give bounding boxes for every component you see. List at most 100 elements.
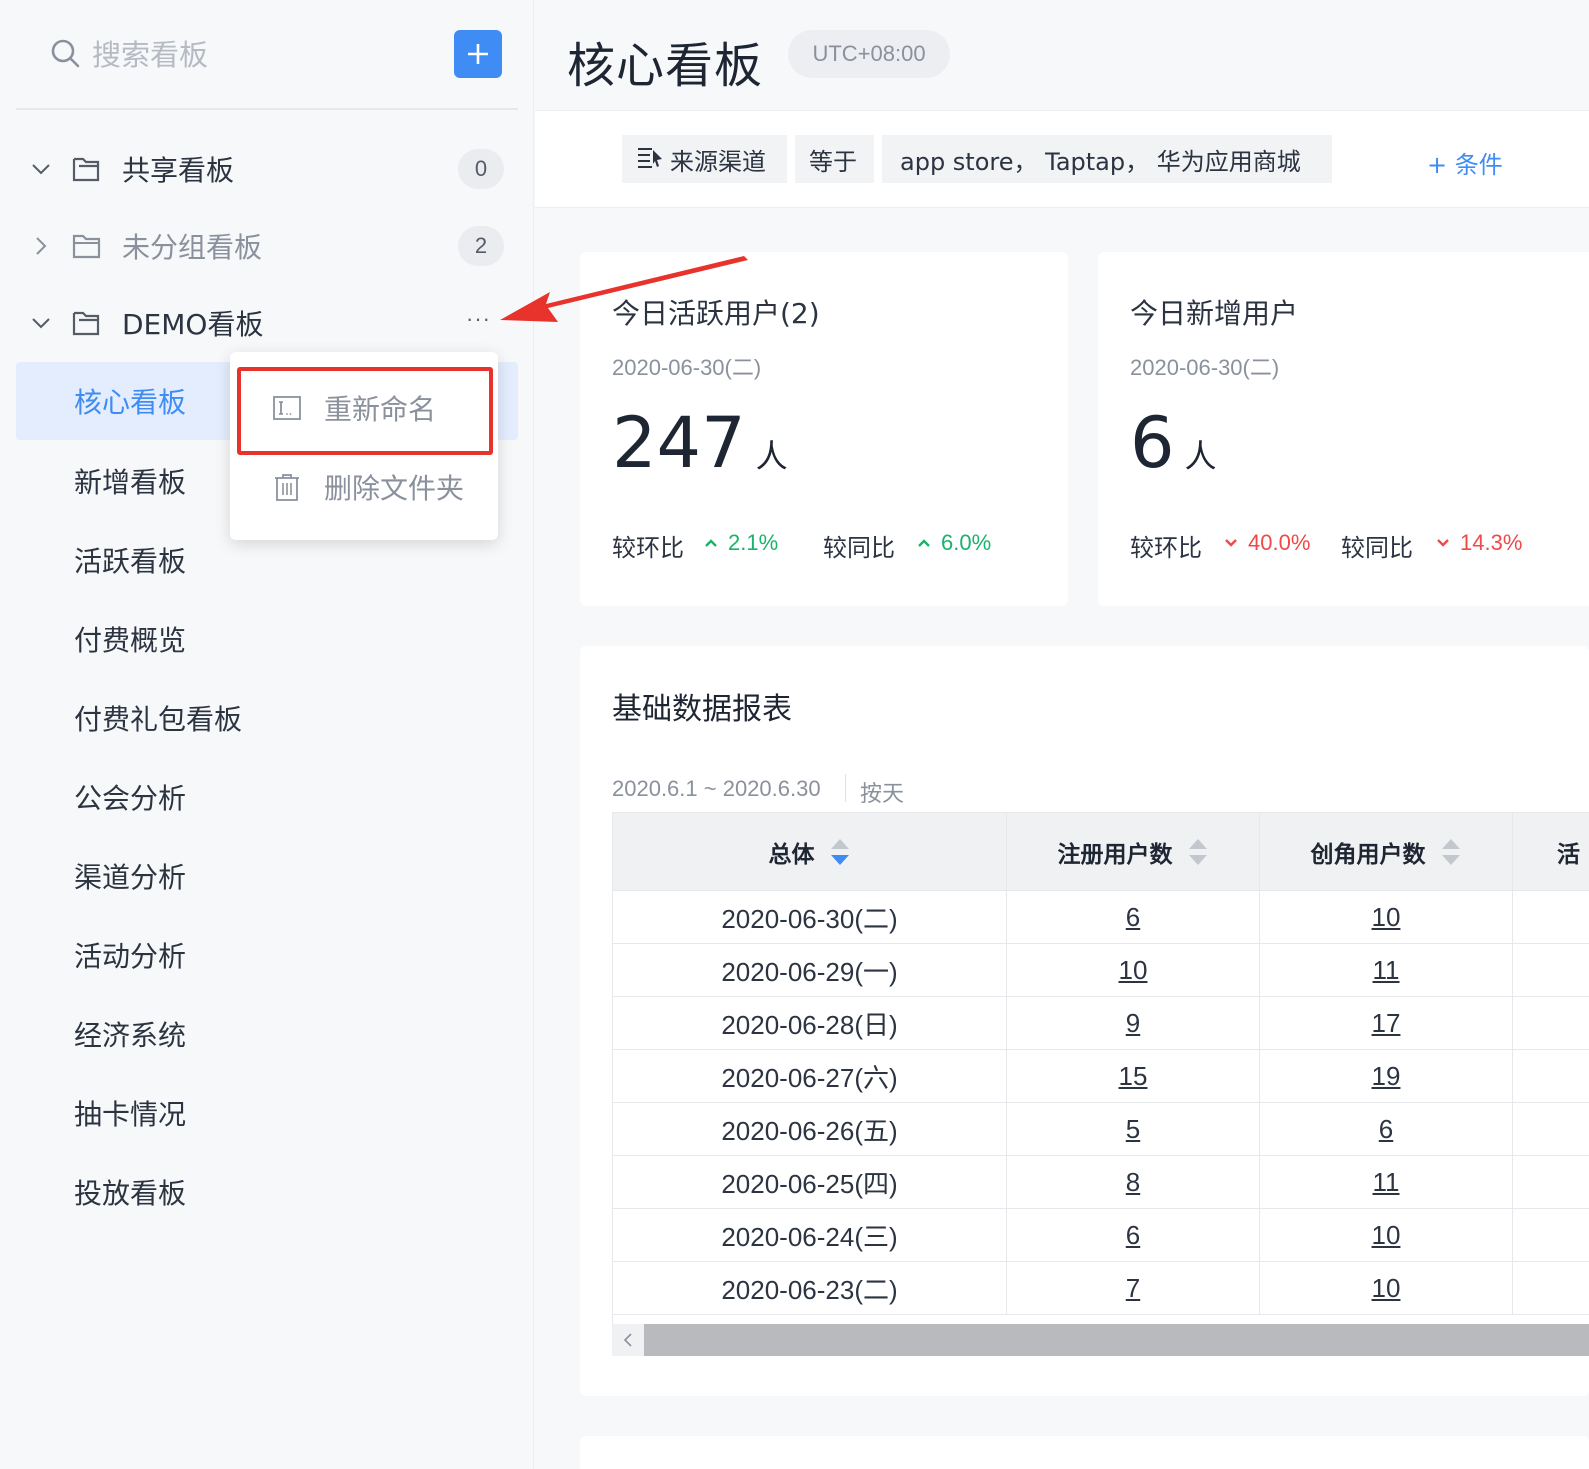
board-item[interactable]: 公会分析 [16,758,518,836]
granularity-selector[interactable]: 按天 [860,776,904,808]
yoy-label: 较同比 [1341,534,1413,562]
table-cell: 10 [1260,1262,1513,1315]
column-header[interactable]: 活 [1513,813,1589,891]
yoy-change: 14.3% [1436,530,1522,556]
table-cell: 11 [1260,1156,1513,1209]
yoy-label: 较同比 [823,534,895,562]
table-cell: 10 [1007,944,1260,997]
board-item[interactable]: 投放看板 [16,1153,518,1231]
timezone-badge[interactable]: UTC+08:00 [788,30,950,78]
board-item[interactable]: 活动分析 [16,916,518,994]
add-condition-button[interactable]: + 条件 [1427,145,1503,180]
cell-link[interactable]: 6 [1126,1220,1140,1251]
folder-icon [72,234,101,259]
cell-link[interactable]: 11 [1373,1167,1400,1198]
column-header[interactable]: 总体 [613,813,1007,891]
cell-link[interactable]: 17 [1372,1008,1401,1039]
table-cell: 10 [1260,1209,1513,1262]
table-cell: 6 [1260,1103,1513,1156]
kpi-value: 6 [1130,402,1175,484]
mom-value: 2.1% [728,530,779,555]
filter-value-chip[interactable]: app store， Taptap， 华为应用商城 [882,135,1332,183]
filter-field-chip[interactable]: 来源渠道 [622,135,787,183]
scrollbar-thumb[interactable] [644,1324,1589,1356]
table-cell [1513,997,1589,1050]
table-cell-date: 2020-06-27(六) [613,1050,1007,1103]
yoy-change: 6.0% [917,530,991,556]
cell-link[interactable]: 5 [1126,1114,1140,1145]
cell-link[interactable]: 9 [1126,1008,1140,1039]
kpi-value-wrap: 247 人 [612,402,788,484]
table-cell: 7 [1007,1262,1260,1315]
annotation-arrow [500,256,748,322]
kpi-value-wrap: 6人 [1130,402,1217,484]
more-icon[interactable]: ··· [466,306,491,332]
column-header-label: 活 [1557,841,1580,868]
mom-label: 较环比 [1130,534,1202,562]
chevron-down-icon [32,164,50,175]
filter-operator-chip[interactable]: 等于 [795,135,874,183]
cell-link[interactable]: 10 [1372,902,1401,933]
cell-link[interactable]: 10 [1372,1220,1401,1251]
cell-link[interactable]: 7 [1126,1273,1140,1304]
folder-label: 未分组看板 [122,231,263,264]
board-item[interactable]: 渠道分析 [16,837,518,915]
page-title: 核心看板 [567,38,764,94]
chevron-down-icon [32,318,50,329]
horizontal-scrollbar[interactable] [612,1324,1589,1356]
divider [845,774,846,802]
board-item[interactable]: 付费礼包看板 [16,679,518,757]
date-range[interactable]: 2020.6.1 ~ 2020.6.30 [612,776,821,802]
scroll-left-icon[interactable] [612,1324,644,1356]
table-cell [1513,891,1589,944]
search-input[interactable] [92,32,432,78]
report-panel: 基础数据报表 2020.6.1 ~ 2020.6.30 按天 总体 注册用户数 … [580,646,1589,1396]
table-cell: 11 [1260,944,1513,997]
table-cell: 15 [1007,1050,1260,1103]
sort-icon[interactable] [829,835,851,869]
mom-label: 较环比 [612,534,684,562]
column-header-label: 创角用户数 [1310,841,1426,868]
table-cell-date: 2020-06-28(日) [613,997,1007,1050]
report-title: 基础数据报表 [612,692,792,727]
folder-open-icon [72,311,100,336]
column-header[interactable]: 注册用户数 [1007,813,1260,891]
kpi-card-new-users: 今日新增用户 2020-06-30(二) 6人 较环比 40.0% 较同比 14… [1098,252,1589,606]
cell-link[interactable]: 10 [1372,1273,1401,1304]
folder-ungrouped[interactable]: 未分组看板 2 [16,215,518,277]
board-item[interactable]: 抽卡情况 [16,1074,518,1152]
cell-link[interactable]: 10 [1119,955,1148,986]
board-item[interactable]: 经济系统 [16,995,518,1073]
folder-demo[interactable]: DEMO看板 ··· [16,292,518,354]
cell-link[interactable]: 15 [1119,1061,1148,1092]
cell-link[interactable]: 6 [1379,1114,1393,1145]
folder-shared[interactable]: 共享看板 0 [16,138,518,200]
table-cell [1513,944,1589,997]
folder-open-icon [72,157,100,182]
delete-folder-menu-item[interactable]: 删除文件夹 [230,448,498,526]
cell-link[interactable]: 11 [1373,955,1400,986]
table-cell-date: 2020-06-26(五) [613,1103,1007,1156]
search-icon [51,39,80,68]
mom-change: 2.1% [704,530,778,556]
sort-icon[interactable] [1440,835,1462,869]
folder-label: DEMO看板 [122,308,264,341]
annotation-highlight-box [237,367,493,455]
cell-link[interactable]: 8 [1126,1167,1140,1198]
mom-value: 40.0% [1248,530,1311,555]
kpi-date: 2020-06-30(二) [612,355,762,380]
table-cell-date: 2020-06-25(四) [613,1156,1007,1209]
cell-link[interactable]: 19 [1372,1061,1401,1092]
column-header[interactable]: 创角用户数 [1260,813,1513,891]
table-cell [1513,1262,1589,1315]
board-item[interactable]: 付费概览 [16,600,518,678]
column-header-label: 注册用户数 [1057,841,1173,868]
sort-icon[interactable] [1187,835,1209,869]
table-cell [1513,1156,1589,1209]
add-board-button[interactable] [454,30,502,78]
next-panel [580,1436,1589,1469]
table-cell-date: 2020-06-23(二) [613,1262,1007,1315]
mom-change: 40.0% [1224,530,1310,556]
kpi-title: 今日新增用户 [1130,297,1299,330]
cell-link[interactable]: 6 [1126,902,1140,933]
